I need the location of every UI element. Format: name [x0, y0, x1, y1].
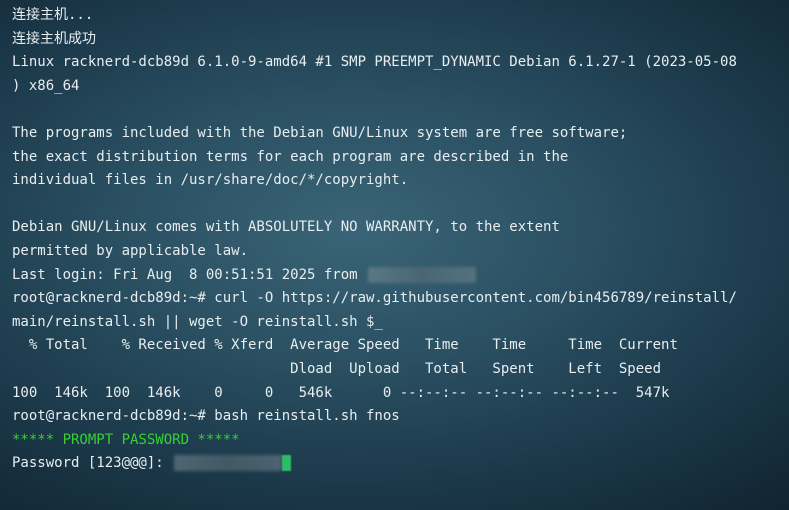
prompt-password-banner: ***** PROMPT PASSWORD ***** — [12, 431, 240, 448]
terminal-line: Debian GNU/Linux comes with ABSOLUTELY N… — [12, 219, 560, 236]
terminal-line: main/reinstall.sh || wget -O reinstall.s… — [12, 313, 383, 330]
terminal-line: root@racknerd-dcb89d:~# curl -O https://… — [12, 290, 737, 307]
terminal-line: the exact distribution terms for each pr… — [12, 148, 569, 165]
terminal-line: 连接主机... — [12, 7, 94, 23]
terminal-line: permitted by applicable law. — [12, 242, 249, 259]
terminal-cursor — [282, 455, 292, 472]
terminal-line: ) x86_64 — [12, 77, 80, 94]
terminal-line: root@racknerd-dcb89d:~# bash reinstall.s… — [12, 408, 400, 425]
last-login-text: Last login: Fri Aug 8 00:51:51 2025 from — [12, 266, 367, 283]
terminal-line: 100 146k 100 146k 0 0 546k 0 --:--:-- --… — [12, 384, 670, 401]
password-prompt-label: Password [123@@@]: — [12, 455, 173, 472]
terminal-output[interactable]: 连接主机... 连接主机成功 Linux racknerd-dcb89d 6.1… — [0, 0, 789, 510]
terminal-line: 连接主机成功 — [12, 30, 96, 47]
terminal-line: % Total % Received % Xferd Average Speed… — [12, 337, 678, 354]
redacted-password — [174, 455, 283, 472]
last-login-line: Last login: Fri Aug 8 00:51:51 2025 from — [12, 264, 779, 288]
terminal-line: individual files in /usr/share/doc/*/cop… — [12, 172, 409, 189]
terminal-line: The programs included with the Debian GN… — [12, 124, 628, 141]
terminal-line: Linux racknerd-dcb89d 6.1.0-9-amd64 #1 S… — [12, 54, 737, 71]
password-prompt-line[interactable]: Password [123@@@]: — [12, 452, 779, 476]
redacted-ip — [368, 266, 477, 283]
terminal-line: Dload Upload Total Spent Left Speed — [12, 360, 662, 377]
